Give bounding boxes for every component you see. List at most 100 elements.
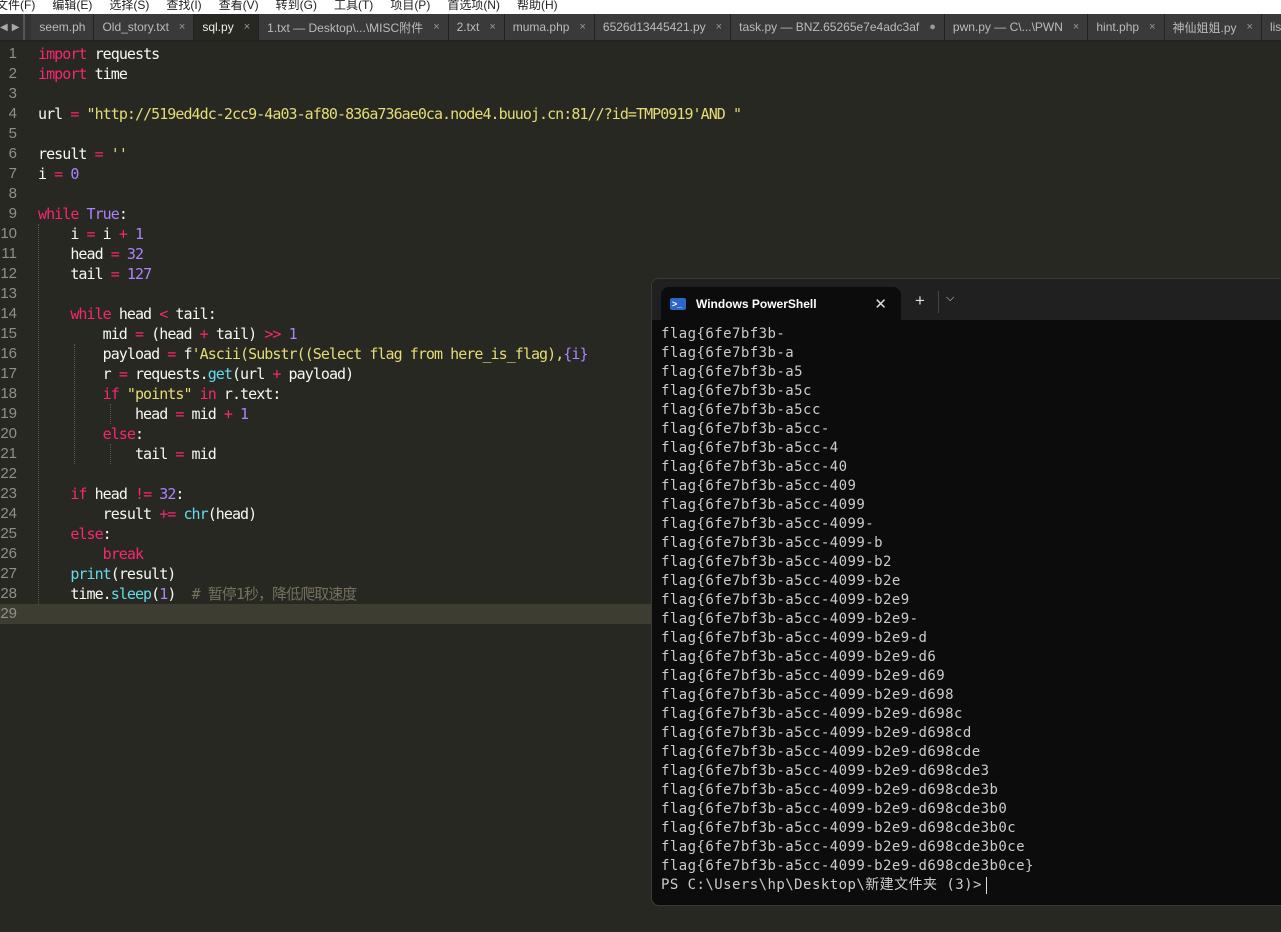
menu-item[interactable]: 项目(P) [390,0,430,14]
line-number: 14 [0,305,17,322]
code-text: else: [38,424,144,444]
close-icon[interactable]: × [579,21,585,33]
tab[interactable]: 2.txt × [448,14,505,40]
code-text: print(result) [38,564,177,584]
line-number: 26 [0,545,17,562]
code-token: >> [264,325,281,343]
code-token: head [38,245,111,263]
terminal-output[interactable]: flag{6fe7bf3b-flag{6fe7bf3b-a flag{6fe7bf… [652,320,1281,895]
terminal-tab[interactable]: >_ Windows PowerShell ✕ [661,287,901,320]
tab[interactable]: 6526d13445421.py × [594,14,732,40]
close-icon[interactable]: ✕ [874,295,887,313]
tab[interactable]: list [1261,14,1281,40]
code-token: if [38,385,120,403]
code-text: result += chr(head) [38,504,258,524]
chevron-left-icon[interactable]: ◀ [0,22,8,33]
code-token: True [78,205,119,223]
close-icon[interactable]: × [1149,21,1155,33]
line-number: 8 [8,185,17,202]
code-token: (result) [110,565,177,583]
terminal-line: flag{6fe7bf3b-a5cc-4 [661,440,839,456]
code-token: 32 [118,245,144,263]
tab[interactable]: muma.php × [504,14,595,40]
line-number: 6 [8,145,17,162]
terminal-line: flag{6fe7bf3b-a5cc-4099-b2e9-d698cde3 [661,763,990,779]
code-token: in [191,385,217,403]
code-token: tail: [167,305,216,323]
code-text: break [38,544,144,564]
code-token: + [199,325,209,343]
menu-item[interactable]: 选择(S) [109,0,149,14]
menu-item[interactable]: 帮助(H) [517,0,558,14]
tab[interactable]: pwn.py — C\...\PWN × [944,14,1089,40]
close-icon[interactable]: × [244,21,250,33]
terminal-line: flag{6fe7bf3b-a5cc-4099-b2e9 [661,592,910,608]
terminal-line: flag{6fe7bf3b-a5cc [661,402,821,418]
menu-item[interactable]: 查找(I) [166,0,201,14]
tab[interactable]: 1.txt — Desktop\...\MISC附件 × [259,14,449,40]
code-token: ) [167,585,192,603]
code-token: 0 [62,165,79,183]
code-token: # 暂停1秒，降低爬取速度 [191,585,358,603]
code-token: print [70,565,111,583]
close-icon[interactable]: × [179,21,185,33]
close-icon[interactable]: × [433,21,439,33]
chevron-down-icon[interactable]: ⌵ [946,292,954,305]
code-text: while head < tail: [38,304,216,324]
terminal-line: flag{6fe7bf3b-a5cc-4099-b2 [661,554,892,570]
line-number: 10 [0,225,17,242]
code-text: head = mid + 1 [38,404,249,424]
menu-item[interactable]: 编辑(E) [52,0,92,14]
close-icon[interactable]: × [1073,21,1079,33]
code-token: result [38,505,160,523]
terminal-line: flag{6fe7bf3b-a5cc-4099-b2e9-d698cd [661,725,972,741]
chevron-right-icon[interactable]: ▶ [12,22,20,33]
menu-item[interactable]: 首选项(N) [447,0,500,14]
unsaved-dot-icon[interactable]: ● [929,21,936,33]
code-token: result [38,145,95,163]
code-token: + [223,405,233,423]
menu-item[interactable]: 查看(V) [219,0,259,14]
tab[interactable]: Old_story.txt × [94,14,195,40]
tab-label: seem.ph [39,20,86,34]
tab[interactable]: 神仙姐姐.py × [1164,14,1262,40]
code-token: '' [102,145,128,163]
close-icon[interactable]: × [1247,21,1253,33]
line-number: 9 [8,205,17,222]
terminal-line: flag{6fe7bf3b-a5cc-4099-b2e9-d6 [661,649,937,665]
line-number: 23 [0,485,17,502]
line-number: 16 [0,345,17,362]
menu-item[interactable]: 工具(T) [334,0,373,14]
code-token: : [175,485,184,503]
tab-label: Old_story.txt [102,20,169,34]
tab-label: 神仙姐姐.py [1172,20,1237,35]
menu-item[interactable]: 转到(G) [276,0,317,14]
code-line: 6 result = '' [0,144,1281,164]
line-number: 19 [0,405,17,422]
tab[interactable]: hint.php × [1088,14,1165,40]
terminal-line: flag{6fe7bf3b-a5c [661,383,812,399]
close-icon[interactable]: × [716,21,722,33]
code-line: 3 [0,84,1281,104]
code-token: chr [175,505,208,523]
code-token: : [102,525,112,543]
menu-item[interactable]: 文件(F) [0,0,35,14]
new-tab-plus-icon[interactable]: + [915,291,925,311]
code-token: break [38,545,144,563]
code-token: r [38,365,119,383]
powershell-window[interactable]: >_ Windows PowerShell ✕ + ⌵ flag{6fe7bf3… [651,278,1281,906]
code-token: = [86,225,96,243]
close-icon[interactable]: × [489,21,495,33]
line-number: 20 [0,425,17,442]
terminal-line: flag{6fe7bf3b-a5cc-4099-b2e9-d698cde [661,744,981,760]
tab[interactable]: task.py — BNZ.65265e7e4adc3af ● [731,14,945,40]
terminal-line: flag{6fe7bf3b-a5cc-4099-b2e9-d698c [661,706,963,722]
tab[interactable]: sql.py × [194,14,260,40]
code-text: payload = f'Ascii(Substr((Select flag fr… [38,344,589,364]
code-text: i = i + 1 [38,224,144,244]
tab-nav-buttons[interactable]: ◀ ▶ [0,14,19,40]
code-token: time. [38,585,111,603]
tab[interactable]: seem.ph [31,14,95,40]
indent-guide [38,224,39,604]
terminal-prompt-line[interactable]: PS C:\Users\hp\Desktop\新建文件夹 (3)> [661,876,1281,895]
